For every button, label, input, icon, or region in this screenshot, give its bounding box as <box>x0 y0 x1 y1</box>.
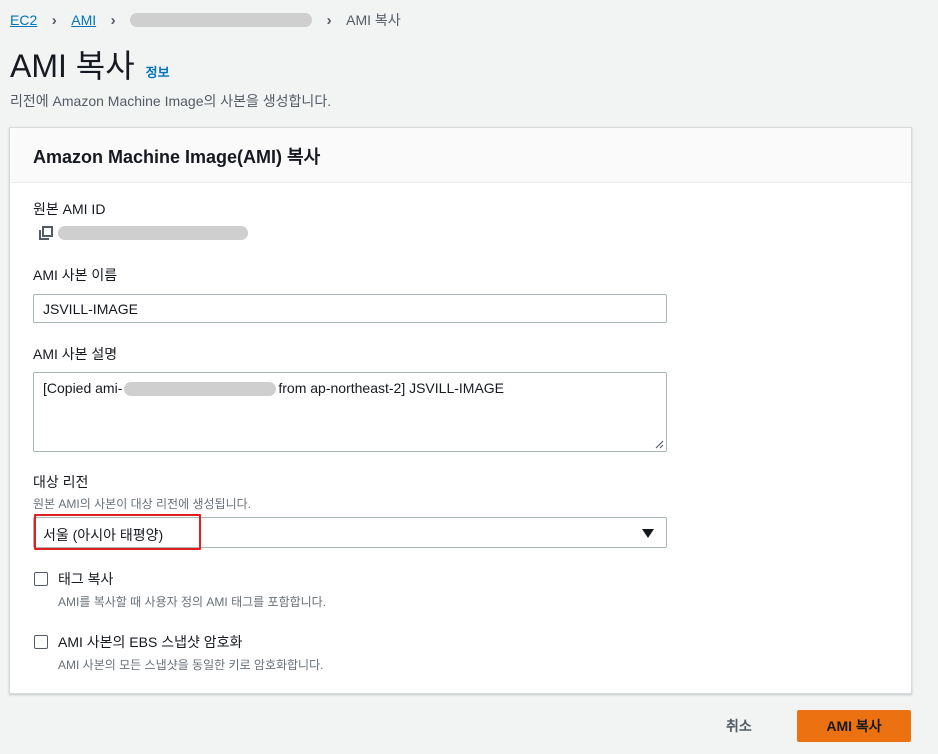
info-link[interactable]: 정보 <box>146 53 170 93</box>
copy-ami-panel: Amazon Machine Image(AMI) 복사 원본 AMI ID A… <box>9 127 912 694</box>
panel-header: Amazon Machine Image(AMI) 복사 <box>10 128 911 183</box>
page-title-row: AMI 복사 정보 <box>10 46 170 93</box>
breadcrumb: EC2 › AMI › › AMI 복사 <box>10 10 401 30</box>
page-title: AMI 복사 <box>10 48 135 84</box>
page-subtitle: 리전에 Amazon Machine Image의 사본을 생성합니다. <box>10 93 332 109</box>
chevron-right-icon: › <box>326 11 332 29</box>
description-prefix: [Copied ami- <box>43 380 123 396</box>
copy-tags-description: AMI를 복사할 때 사용자 정의 AMI 태그를 포함합니다. <box>58 595 327 609</box>
copy-tags-checkbox[interactable] <box>34 572 48 586</box>
destination-region-description: 원본 AMI의 사본이 대상 리전에 생성됩니다. <box>33 497 251 511</box>
redacted-ami-id[interactable] <box>130 13 313 27</box>
copy-tags-label[interactable]: 태그 복사 <box>58 569 113 589</box>
chevron-right-icon: › <box>110 11 116 29</box>
source-ami-label: 원본 AMI ID <box>33 201 106 217</box>
description-suffix: from ap-northeast-2] JSVILL-IMAGE <box>278 380 505 396</box>
resize-handle-icon[interactable] <box>655 440 664 449</box>
destination-region-label: 대상 리전 <box>33 474 89 490</box>
encrypt-snapshots-description: AMI 사본의 모든 스냅샷을 동일한 키로 암호화합니다. <box>58 658 324 672</box>
copy-description-textarea[interactable]: [Copied ami-from ap-northeast-2] JSVILL-… <box>33 372 667 452</box>
panel-heading: Amazon Machine Image(AMI) 복사 <box>33 147 321 167</box>
copy-name-label: AMI 사본 이름 <box>33 267 118 283</box>
copy-icon[interactable] <box>38 225 54 241</box>
redacted-ami-id <box>124 382 277 397</box>
highlight-box <box>34 514 201 550</box>
breadcrumb-ami-link[interactable]: AMI <box>71 12 96 28</box>
caret-down-icon <box>642 529 654 538</box>
breadcrumb-ec2-link[interactable]: EC2 <box>10 12 37 28</box>
breadcrumb-current: AMI 복사 <box>346 12 401 28</box>
copy-name-input[interactable]: JSVILL-IMAGE <box>33 294 667 323</box>
copy-ami-button[interactable]: AMI 복사 <box>797 710 911 742</box>
copy-description-label: AMI 사본 설명 <box>33 346 118 362</box>
encrypt-snapshots-label[interactable]: AMI 사본의 EBS 스냅샷 암호화 <box>58 632 242 652</box>
chevron-right-icon: › <box>51 11 57 29</box>
cancel-button[interactable]: 취소 <box>720 715 758 737</box>
redacted-source-ami-id <box>58 226 248 240</box>
encrypt-snapshots-checkbox[interactable] <box>34 635 48 649</box>
